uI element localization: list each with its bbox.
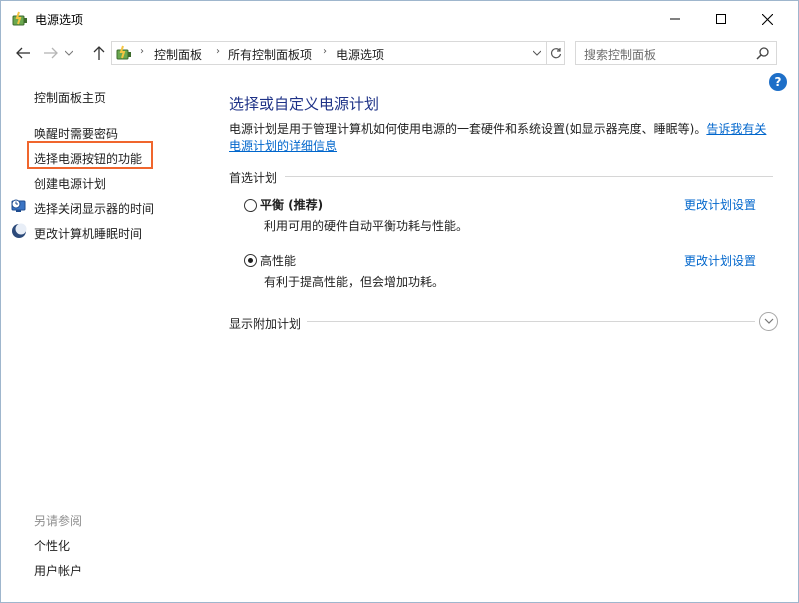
plan-balanced-radio[interactable] [244,199,257,212]
close-button[interactable] [744,1,790,37]
arrow-up-icon [93,46,105,60]
arrow-left-icon [16,47,30,59]
show-additional-plans-label[interactable]: 显示附加计划 [229,315,301,332]
plan-balanced-description: 利用可用的硬件自动平衡功耗与性能。 [264,219,469,233]
search-input[interactable]: 搜索控制面板 [575,41,777,65]
recent-locations-button[interactable] [63,43,75,63]
see-also-heading: 另请参阅 [34,514,83,528]
description-text: 电源计划是用于管理计算机如何使用电源的一套硬件和系统设置(如显示器亮度、睡眠等)… [229,122,707,136]
expand-plans-button[interactable] [759,312,778,331]
preferred-plans-heading: 首选计划 [229,171,278,185]
minimize-button[interactable] [652,1,698,37]
divider [285,176,773,177]
arrow-right-icon [44,47,58,59]
power-options-icon [12,11,27,26]
plan-high-performance-settings-link[interactable]: 更改计划设置 [684,252,756,269]
search-placeholder: 搜索控制面板 [584,48,657,62]
moon-sleep-icon [12,223,27,238]
control-panel-icon [116,45,131,60]
display-schedule-icon [11,199,26,212]
maximize-button[interactable] [698,1,744,37]
sidebar-item-require-password[interactable]: 唤醒时需要密码 [34,125,118,142]
address-bar[interactable]: › 控制面板 › 所有控制面板项 › 电源选项 [111,41,565,65]
up-button[interactable] [89,43,109,63]
help-icon[interactable]: ? [769,73,787,91]
plan-high-performance-radio[interactable] [244,254,257,267]
power-options-window: 电源选项 › 控制面板 › 所有控制面板项 › 电源选项 搜索控制面板 ? 控制… [0,0,799,603]
navigation-bar: › 控制面板 › 所有控制面板项 › 电源选项 搜索控制面板 [1,37,798,69]
sidebar-item-power-button[interactable]: 选择电源按钮的功能 [34,150,142,167]
title-bar: 电源选项 [1,1,798,37]
maximize-icon [716,14,726,24]
minimize-icon [670,18,680,20]
refresh-icon [550,48,562,59]
refresh-button[interactable] [546,42,565,64]
address-history-button[interactable] [528,42,546,64]
window-title: 电源选项 [35,13,84,27]
breadcrumb-separator: › [140,46,144,57]
sidebar-item-control-panel-home[interactable]: 控制面板主页 [34,89,106,106]
breadcrumb-control-panel[interactable]: 控制面板 [154,46,202,63]
chevron-down-icon [65,50,73,56]
sidebar-item-sleep-time[interactable]: 更改计算机睡眠时间 [34,225,142,242]
breadcrumb-power-options[interactable]: 电源选项 [336,46,384,63]
back-button[interactable] [13,43,33,63]
sidebar-item-personalization[interactable]: 个性化 [34,537,70,554]
breadcrumb-all-items[interactable]: 所有控制面板项 [228,46,312,63]
sidebar-item-user-accounts[interactable]: 用户帐户 [34,562,82,579]
chevron-down-icon [533,50,541,56]
search-icon [756,47,769,60]
plan-balanced-settings-link[interactable]: 更改计划设置 [684,196,756,213]
plan-high-performance-name[interactable]: 高性能 [260,252,296,269]
page-description: 电源计划是用于管理计算机如何使用电源的一套硬件和系统设置(如显示器亮度、睡眠等)… [229,121,777,155]
divider [307,321,755,322]
plan-balanced-name[interactable]: 平衡 (推荐) [260,196,323,213]
page-title: 选择或自定义电源计划 [229,95,380,113]
plan-high-performance-description: 有利于提高性能，但会增加功耗。 [264,275,445,289]
forward-button[interactable] [41,43,61,63]
breadcrumb-separator: › [323,46,327,57]
sidebar-item-create-plan[interactable]: 创建电源计划 [34,175,106,192]
close-icon [761,13,773,25]
breadcrumb-separator: › [216,46,220,57]
sidebar-item-display-off[interactable]: 选择关闭显示器的时间 [34,200,154,217]
chevron-down-icon [764,318,773,324]
